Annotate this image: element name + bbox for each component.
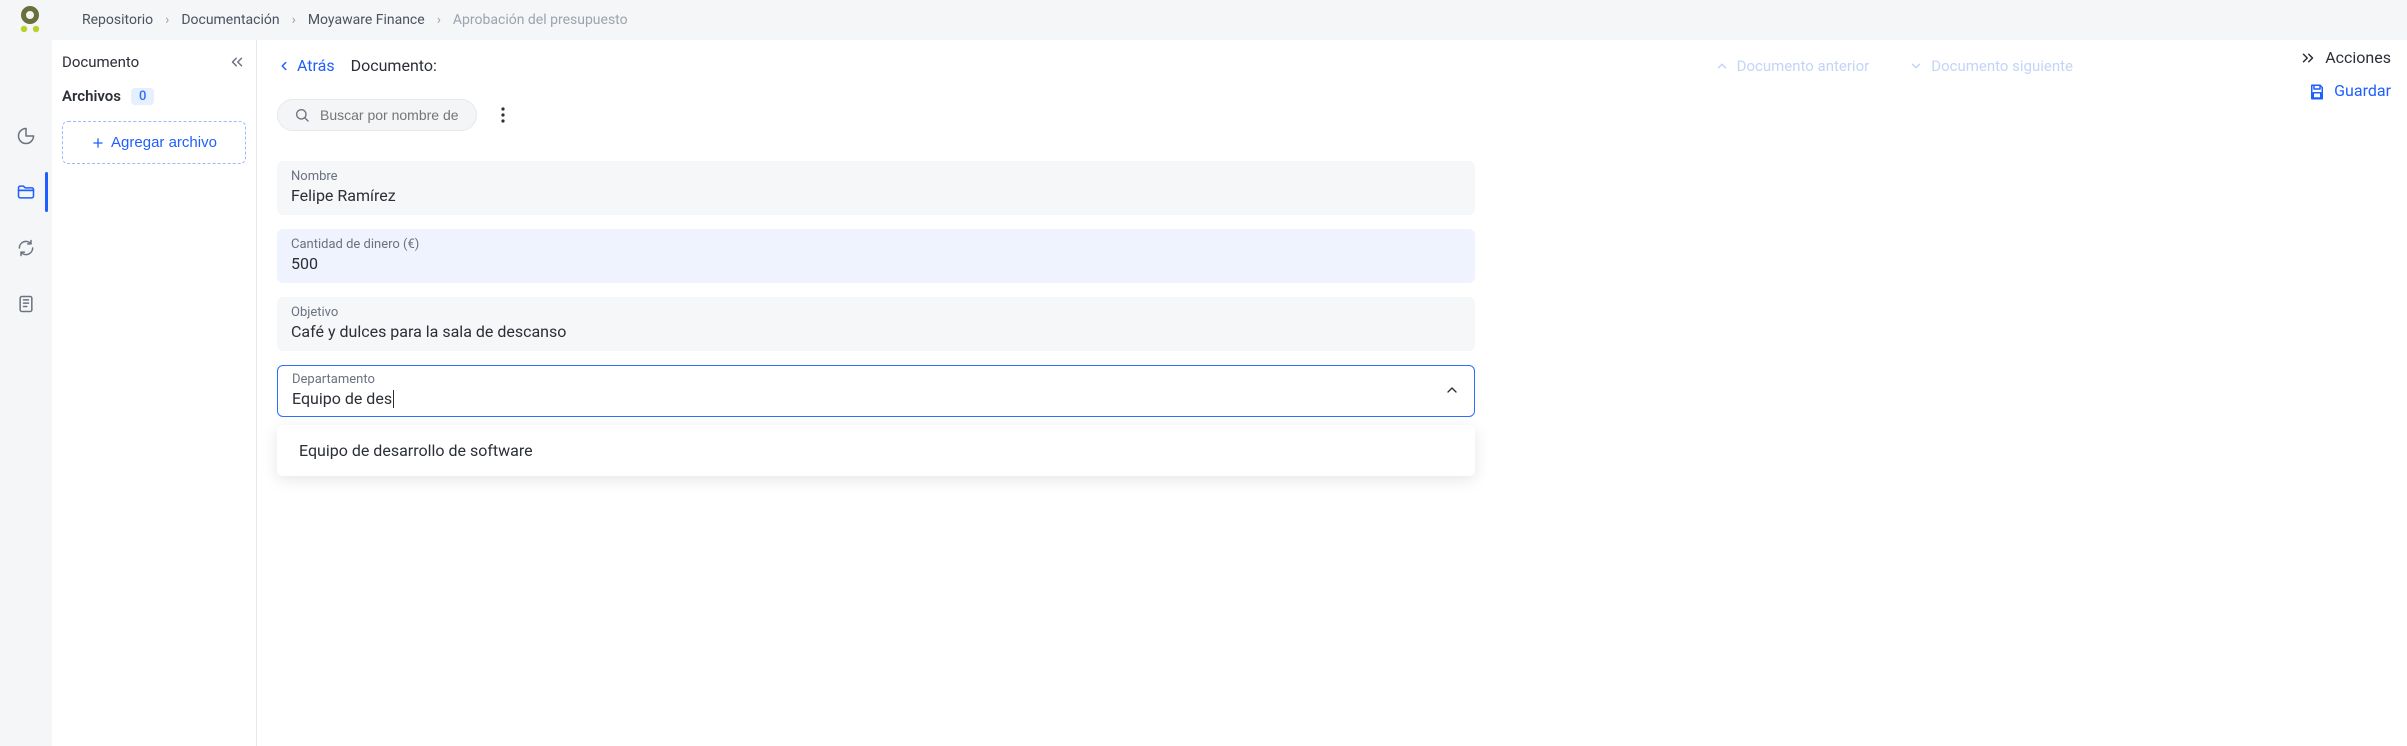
field-objective[interactable]: Objetivo Café y dulces para la sala de d… xyxy=(277,297,1475,351)
field-value: Felipe Ramírez xyxy=(291,186,1461,205)
collapse-panel-icon[interactable] xyxy=(228,52,246,71)
more-options-button[interactable] xyxy=(493,107,513,123)
chevron-up-icon[interactable] xyxy=(1444,382,1460,398)
fields-container: Nombre Felipe Ramírez Cantidad de dinero… xyxy=(277,161,1475,417)
next-document-button[interactable]: Documento siguiente xyxy=(1909,57,2073,75)
actions-label: Acciones xyxy=(2325,48,2391,67)
rail-item-chart[interactable] xyxy=(6,120,46,152)
rail-item-folder[interactable] xyxy=(6,176,46,208)
document-title-label: Documento: xyxy=(351,56,437,75)
app-logo xyxy=(16,6,44,34)
files-label: Archivos xyxy=(62,87,121,105)
chevron-right-icon: › xyxy=(437,12,441,28)
field-label: Objetivo xyxy=(291,305,1461,320)
field-name[interactable]: Nombre Felipe Ramírez xyxy=(277,161,1475,215)
save-button[interactable]: Guardar xyxy=(2308,81,2391,101)
side-panel-title: Documento xyxy=(62,53,139,71)
chevron-right-icon: › xyxy=(292,12,296,28)
field-department-combobox[interactable]: Departamento Equipo de des xyxy=(277,365,1475,417)
dropdown-option[interactable]: Equipo de desarrollo de software xyxy=(277,431,1475,470)
back-button[interactable]: Atrás xyxy=(277,56,335,75)
add-file-label: Agregar archivo xyxy=(111,134,217,151)
next-document-label: Documento siguiente xyxy=(1931,57,2073,75)
text-caret xyxy=(393,390,394,408)
icon-rail xyxy=(0,40,52,746)
files-header: Archivos 0 xyxy=(62,87,246,105)
breadcrumb: Repositorio › Documentación › Moyaware F… xyxy=(82,12,628,28)
prev-document-label: Documento anterior xyxy=(1737,57,1870,75)
back-label: Atrás xyxy=(297,56,335,75)
field-label: Departamento xyxy=(292,372,1436,387)
rail-item-notes[interactable] xyxy=(6,288,46,320)
breadcrumb-item[interactable]: Repositorio xyxy=(82,12,153,28)
breadcrumb-item[interactable]: Moyaware Finance xyxy=(308,12,425,28)
field-value: Café y dulces para la sala de descanso xyxy=(291,322,1461,341)
side-panel: Documento Archivos 0 Agregar archivo xyxy=(52,40,257,746)
actions-menu-button[interactable]: Acciones xyxy=(2299,48,2391,67)
field-value: 500 xyxy=(291,254,1461,273)
add-file-button[interactable]: Agregar archivo xyxy=(62,121,246,164)
field-typed-value: Equipo de des xyxy=(292,389,392,408)
search-icon xyxy=(294,107,310,123)
document-header: Atrás Documento: Documento anterior Docu… xyxy=(257,40,2407,75)
search-input[interactable] xyxy=(277,99,477,131)
department-dropdown: Equipo de desarrollo de software xyxy=(277,425,1475,476)
files-count-badge: 0 xyxy=(131,88,154,105)
save-label: Guardar xyxy=(2334,81,2391,100)
save-icon xyxy=(2308,81,2326,101)
prev-document-button[interactable]: Documento anterior xyxy=(1715,57,1870,75)
field-label: Cantidad de dinero (€) xyxy=(291,237,1461,252)
breadcrumb-item-current: Aprobación del presupuesto xyxy=(453,12,628,28)
field-amount[interactable]: Cantidad de dinero (€) 500 xyxy=(277,229,1475,283)
main-area: Acciones Guardar Atrás D xyxy=(257,40,2407,746)
rail-item-cycle[interactable] xyxy=(6,232,46,264)
breadcrumb-item[interactable]: Documentación xyxy=(181,12,279,28)
chevron-right-icon: › xyxy=(165,12,169,28)
field-label: Nombre xyxy=(291,169,1461,184)
search-text[interactable] xyxy=(320,107,460,123)
topbar: Repositorio › Documentación › Moyaware F… xyxy=(0,0,2407,40)
